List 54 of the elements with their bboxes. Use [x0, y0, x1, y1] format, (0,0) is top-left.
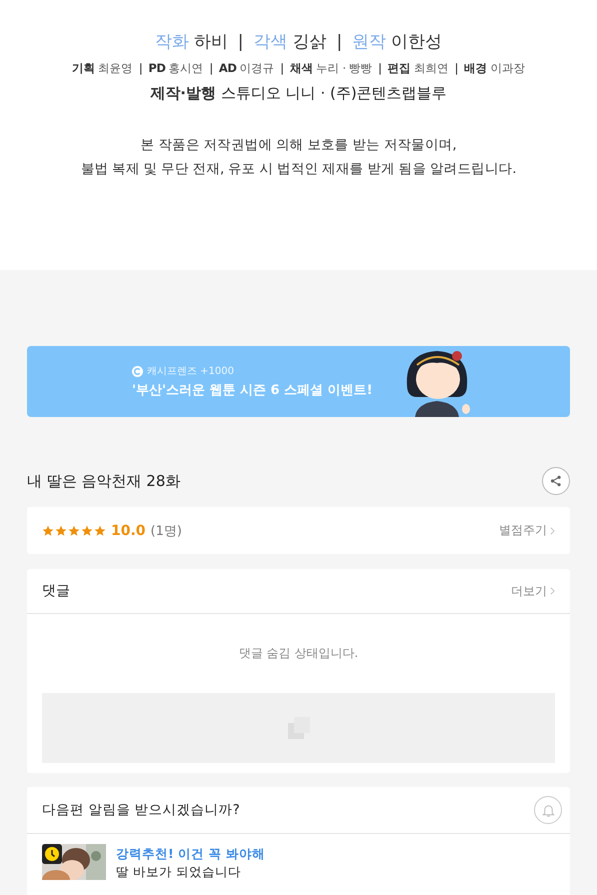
credit-role: AD: [218, 61, 236, 75]
chevron-icon: [550, 587, 555, 595]
star-icon: [81, 524, 93, 536]
credit-role: 기획: [72, 61, 96, 76]
credit-name: 누리 · 빵빵: [316, 61, 372, 76]
episode-title: 내 딸은 음악천재 28화: [27, 472, 180, 490]
chevron-icon: [550, 526, 555, 534]
credit-name: 깅삵: [292, 31, 326, 53]
event-banner[interactable]: 캐시프렌즈 +1000 '부산'스러운 웹툰 시즌 6 스페셜 이벤트!: [27, 346, 570, 417]
credit-role: 제작·발행: [150, 84, 216, 103]
coin-icon: [132, 366, 143, 376]
banner-headline: '부산'스러운 웹툰 시즌 6 스페셜 이벤트!: [132, 382, 373, 399]
separator: |: [138, 61, 142, 75]
credit-role: 배경: [464, 61, 488, 76]
credit-role: 채색: [290, 61, 313, 76]
comments-heading: 댓글: [42, 582, 70, 600]
recommendation-tag[interactable]: 강력추천! 이건 꼭 봐야해: [116, 846, 265, 863]
credit-role: PD: [148, 61, 166, 75]
credit-name: 이한성: [391, 31, 442, 53]
credit-name: 하비: [194, 31, 228, 53]
share-button[interactable]: [542, 467, 570, 495]
star-icon: [42, 524, 54, 536]
credit-role: 각색: [254, 31, 288, 53]
separator: |: [238, 32, 244, 52]
banner-caption: 캐시프렌즈 +1000: [147, 365, 234, 378]
credit-role: 편집: [388, 61, 411, 76]
star-icon: [55, 524, 67, 536]
more-link[interactable]: 더보기: [511, 582, 555, 600]
share-icon: [549, 474, 563, 488]
separator: |: [280, 61, 284, 75]
credit-name: 이경규: [239, 61, 274, 76]
separator: |: [209, 61, 213, 75]
star-icon: [94, 524, 106, 536]
rating-score: 10.0: [111, 522, 146, 538]
clock-icon: [42, 844, 62, 864]
separator: |: [336, 32, 342, 52]
credit-name: 스튜디오 니니 · (주)콘텐츠랩블루: [220, 84, 447, 103]
alert-question: 다음편 알림을 받으시겠습니까?: [42, 801, 240, 819]
separator: |: [378, 61, 382, 75]
copyright-notice: 본 작품은 저작권법에 의해 보호를 받는 저작물이며,: [140, 136, 458, 155]
credit-name: 홍시연: [168, 61, 204, 76]
rating-count: (1명): [150, 522, 182, 540]
credit-name: 이과장: [490, 61, 526, 76]
recommendation-title[interactable]: 딸 바보가 되었습니다: [116, 864, 265, 881]
rate-link[interactable]: 별점주기: [499, 522, 555, 539]
credit-role: 원작: [352, 31, 386, 53]
credit-name: 최윤영: [98, 61, 133, 76]
star-icon: [68, 524, 80, 536]
hidden-message: 댓글 숨김 상태입니다.: [238, 645, 360, 662]
credit-role: 작화: [154, 31, 189, 53]
copyright-notice: 불법 복제 및 무단 전재, 유포 시 법적인 제재를 받게 됨을 알려드립니다.: [80, 160, 518, 179]
separator: |: [454, 61, 458, 75]
credit-name: 최희연: [414, 61, 449, 76]
bell-icon: [540, 802, 556, 818]
